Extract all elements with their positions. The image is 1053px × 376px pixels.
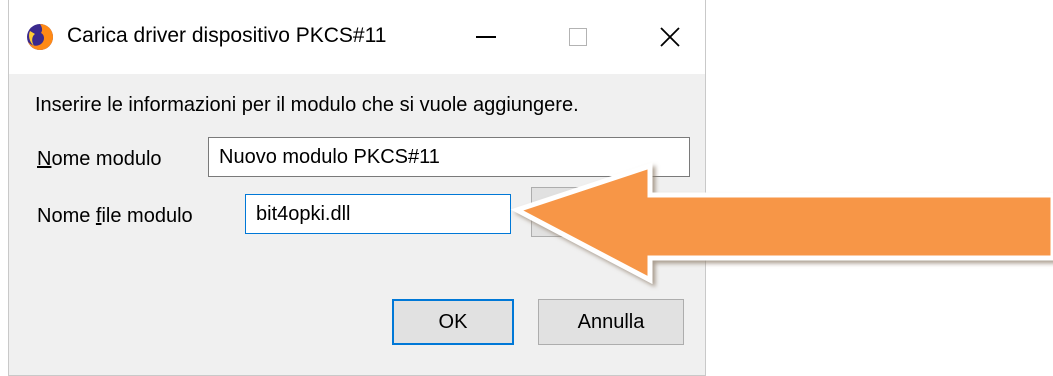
dialog-content: Inserire le informazioni per il modulo c… <box>9 74 705 375</box>
maximize-icon <box>569 28 587 46</box>
module-name-label-rest: ome modulo <box>51 148 162 170</box>
title-bar: Carica driver dispositivo PKCS#11 <box>9 0 705 74</box>
ok-button[interactable]: OK <box>392 299 514 345</box>
window-title: Carica driver dispositivo PKCS#11 <box>67 24 387 47</box>
module-name-mnemonic: N <box>37 148 52 170</box>
module-name-input[interactable] <box>208 137 690 177</box>
dialog-window: Carica driver dispositivo PKCS#11 Inseri… <box>8 0 706 376</box>
module-file-label-before: Nome <box>37 205 96 227</box>
cancel-button[interactable]: Annulla <box>538 299 684 345</box>
module-name-label: Nome modulo <box>37 148 162 171</box>
module-file-label: Nome file modulo <box>37 205 193 228</box>
minimize-icon <box>476 36 496 38</box>
minimize-button[interactable] <box>463 14 509 60</box>
intro-text: Inserire le informazioni per il modulo c… <box>35 94 579 116</box>
browse-button[interactable] <box>531 187 651 237</box>
close-icon <box>660 27 680 47</box>
firefox-icon <box>27 24 53 50</box>
maximize-button[interactable] <box>555 14 601 60</box>
module-file-input[interactable] <box>245 194 511 234</box>
module-file-label-after: ile modulo <box>101 205 193 227</box>
close-button[interactable] <box>647 14 693 60</box>
